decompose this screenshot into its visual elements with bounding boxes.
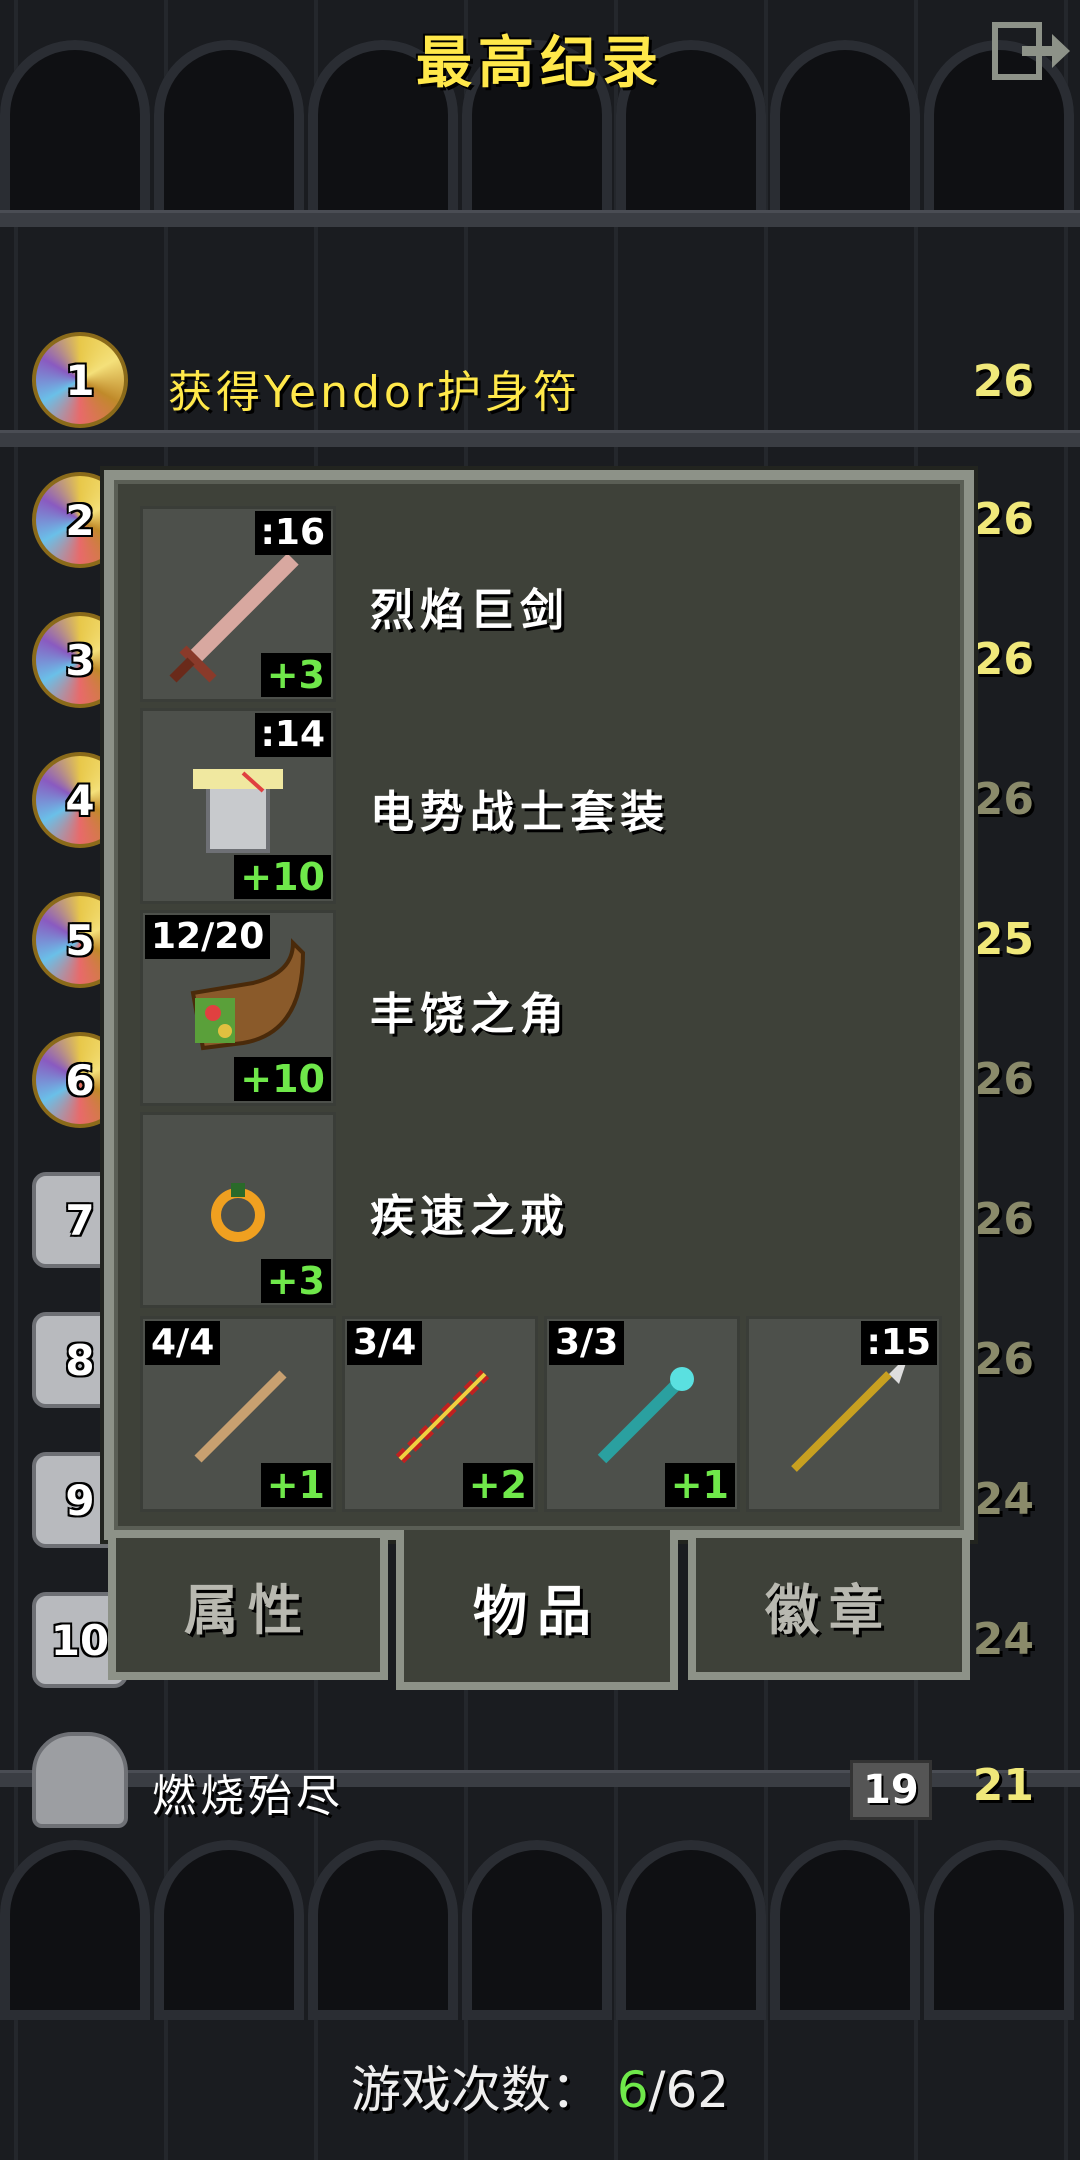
record-cause: 获得Yendor护身符 (168, 367, 581, 418)
record-level: 26 (972, 634, 1034, 685)
tombstone-icon[interactable] (32, 1732, 132, 1832)
tab-label: 物品 (473, 1579, 601, 1643)
record-level: 24 (972, 1614, 1034, 1665)
item-name: 电势战士套装 (370, 787, 670, 838)
record-level: 26 (972, 1334, 1034, 1385)
item-name: 烈焰巨剑 (370, 585, 570, 636)
wall-ledge (0, 430, 1080, 447)
depth-indicator: 19 (850, 1760, 932, 1820)
wall-ledge (0, 210, 1080, 227)
record-level: 21 (972, 1760, 1034, 1811)
exit-button[interactable] (992, 22, 1070, 80)
record-cause: 燃烧殆尽 (152, 1771, 344, 1822)
item-upgrade: +10 (234, 1057, 331, 1101)
wand-charges: 3/4 (347, 1321, 423, 1365)
games-played-label: 游戏次数： (350, 2061, 601, 2119)
page-title: 最高纪录 (416, 30, 664, 96)
rank-number: 1 (65, 355, 95, 405)
item-upgrade: +10 (234, 855, 331, 899)
item-upgrade: +1 (260, 1463, 331, 1507)
games-won-count: 6 (616, 2061, 649, 2119)
item-charge: 12/20 (145, 915, 271, 959)
item-upgrade: +2 (462, 1463, 533, 1507)
quickslot[interactable]: 4/4 +1 (140, 1316, 336, 1512)
tab-items[interactable]: 物品 (396, 1530, 678, 1690)
wand-charges: 4/4 (145, 1321, 221, 1365)
item-durability: :16 (254, 511, 331, 555)
item-name: 疾速之戒 (370, 1191, 570, 1242)
item-durability: :14 (254, 713, 331, 757)
record-level: 26 (972, 1054, 1034, 1105)
tab-badges[interactable]: 徽章 (688, 1530, 970, 1680)
item-durability: :15 (860, 1321, 937, 1365)
games-total-count: /62 (648, 2061, 730, 2119)
quickslot[interactable]: 3/3 +1 (544, 1316, 740, 1512)
tab-stats[interactable]: 属性 (108, 1530, 388, 1680)
quickslot[interactable]: :15 (746, 1316, 942, 1512)
rank-badge-1[interactable]: 1 (32, 332, 132, 432)
item-upgrade: +3 (260, 653, 331, 697)
record-level: 26 (972, 774, 1034, 825)
exit-icon (992, 22, 1070, 80)
quickslot-row: 4/4 +1 3/4 +2 3/3 +1:15 (140, 1316, 950, 1512)
equipment-row[interactable]: +3 疾速之戒 (140, 1112, 950, 1308)
record-level: 26 (972, 1194, 1034, 1245)
tab-label: 属性 (184, 1578, 312, 1642)
record-level: 26 (972, 356, 1034, 407)
equipment-row[interactable]: :16 +3 烈焰巨剑 (140, 506, 950, 702)
rankings-screen: 最高纪录 1 获得Yendor护身符 26 2 26 3 26 4 26 5 2… (0, 0, 1080, 2160)
wall-arches (0, 1840, 1080, 2020)
item-upgrade: +1 (664, 1463, 735, 1507)
quickslot[interactable]: 3/4 +2 (342, 1316, 538, 1512)
record-details-dialog: :16 +3 烈焰巨剑 :14 +10 电势战士套装 12/20 +10 丰饶之… (104, 470, 974, 1540)
tab-label: 徽章 (765, 1578, 893, 1642)
record-level: 25 (972, 914, 1034, 965)
record-level: 26 (972, 494, 1034, 545)
item-name: 丰饶之角 (370, 989, 570, 1040)
record-level: 24 (972, 1474, 1034, 1525)
item-upgrade: +3 (260, 1259, 331, 1303)
wand-charges: 3/3 (549, 1321, 625, 1365)
equipment-row[interactable]: :14 +10 电势战士套装 (140, 708, 950, 904)
equipment-row[interactable]: 12/20 +10 丰饶之角 (140, 910, 950, 1106)
games-played-counter: 游戏次数： 6/62 (0, 2050, 1080, 2122)
